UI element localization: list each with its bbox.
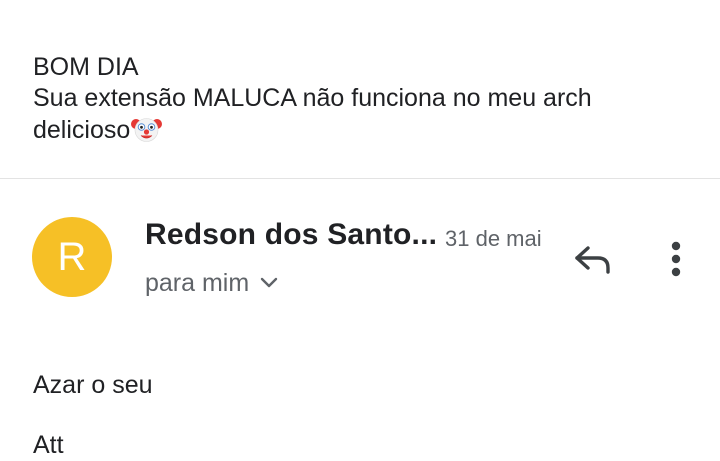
previous-message-line: delicioso bbox=[33, 114, 673, 146]
message-date: 31 de mai bbox=[445, 226, 542, 251]
previous-message-text: delicioso bbox=[33, 116, 131, 144]
more-options-button[interactable] bbox=[656, 238, 696, 280]
more-vert-icon bbox=[671, 241, 681, 277]
reply-icon bbox=[575, 246, 610, 274]
clown-face-emoji bbox=[131, 118, 163, 142]
avatar[interactable]: R bbox=[32, 217, 112, 297]
recipient-label: para mim bbox=[145, 268, 250, 297]
chevron-down-icon bbox=[260, 277, 278, 288]
message-body-line: Azar o seu bbox=[33, 371, 153, 399]
previous-message-body: BOM DIA Sua extensão MALUCA não funciona… bbox=[33, 52, 673, 146]
sender-name[interactable]: Redson dos Santo... bbox=[145, 218, 437, 252]
previous-message-line: BOM DIA bbox=[33, 53, 139, 81]
message-divider bbox=[0, 178, 720, 179]
previous-message-line: Sua extensão MALUCA não funciona no meu … bbox=[33, 84, 592, 112]
reply-button[interactable] bbox=[570, 240, 614, 280]
recipient-details-toggle[interactable]: para mim bbox=[145, 266, 278, 300]
message-body-line: Att bbox=[33, 431, 64, 459]
